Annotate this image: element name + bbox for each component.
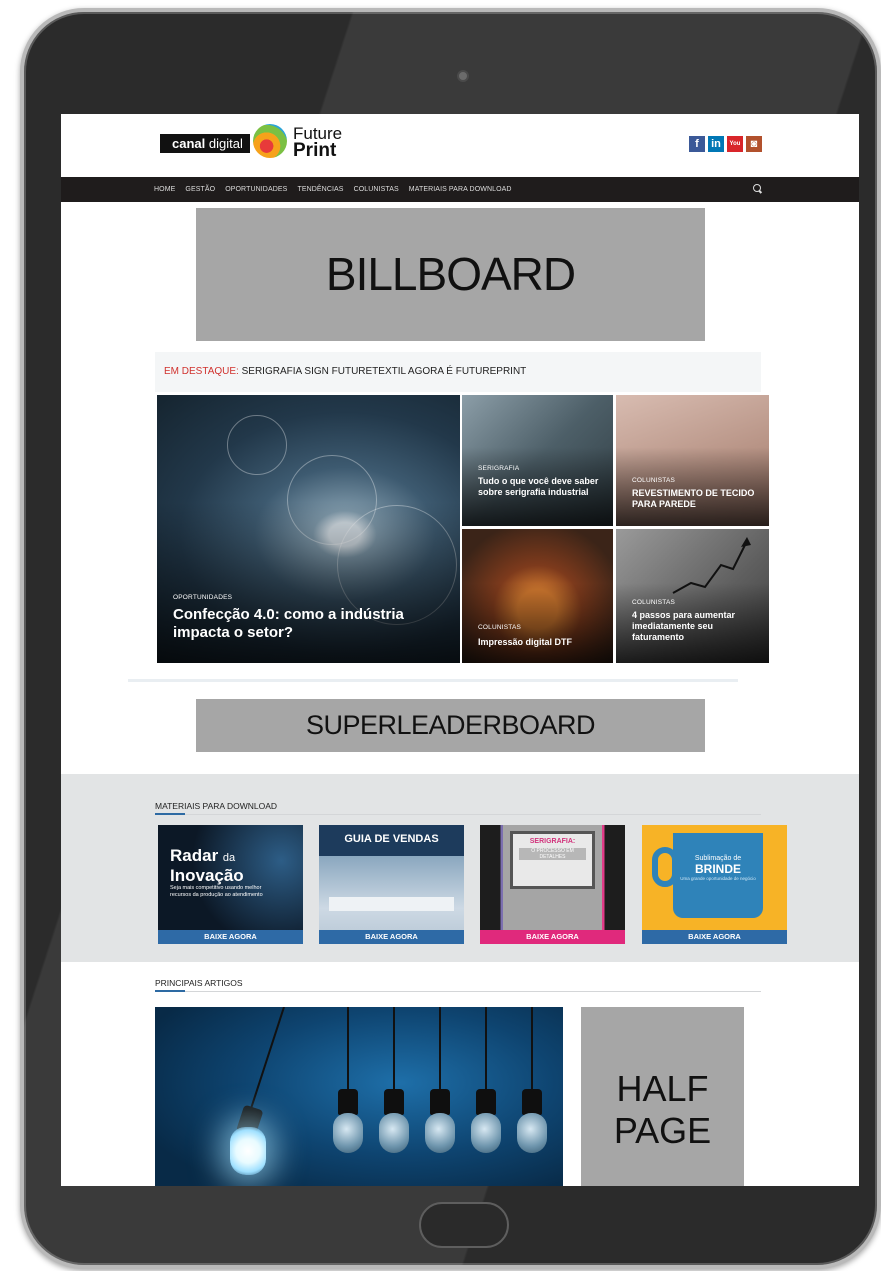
logo-print-text: Print — [293, 140, 337, 161]
lamp-socket — [522, 1089, 542, 1115]
section-divider — [128, 679, 738, 682]
download-card-sublimacao[interactable]: Sublimação de BRINDE Uma grande oportuni… — [642, 825, 787, 944]
article-title[interactable]: REVESTIMENTO DE TECIDO PARA PAREDE — [632, 488, 764, 510]
article-category: OPORTUNIDADES — [173, 594, 233, 601]
instagram-icon[interactable]: ◙ — [746, 136, 762, 152]
section-accent — [155, 813, 185, 815]
lamp-socket — [384, 1089, 404, 1115]
featured-article[interactable]: COLUNISTAS REVESTIMENTO DE TECIDO PARA P… — [616, 395, 769, 526]
section-accent — [155, 990, 185, 992]
social-links: f in You Tube ◙ — [689, 136, 762, 163]
nav-item-gestao[interactable]: GESTÃO — [185, 177, 215, 202]
card-headline: GUIA DE VENDAS — [344, 833, 439, 845]
lamp-cord — [249, 1007, 285, 1112]
download-button[interactable]: BAIXE AGORA — [480, 930, 625, 944]
lamp-cord — [439, 1007, 441, 1091]
article-title[interactable]: 4 passos para aumentar imediatamente seu… — [632, 610, 766, 643]
article-category: COLUNISTAS — [478, 624, 522, 631]
image-shade — [462, 582, 613, 663]
linkedin-icon[interactable]: in — [708, 136, 724, 152]
lamp-cord — [393, 1007, 395, 1091]
card-headline: Radar da Inovação — [170, 846, 244, 885]
featured-article[interactable]: COLUNISTAS Impressão digital DTF — [462, 529, 613, 663]
bulb-icon — [425, 1113, 455, 1153]
logo-brand-suffix: digital — [208, 136, 243, 151]
section-rule — [155, 991, 761, 992]
article-title[interactable]: Confecção 4.0: como a indústria impacta … — [173, 606, 453, 642]
nav-item-tendencias[interactable]: TENDÊNCIAS — [297, 177, 343, 202]
billboard-ad[interactable]: BILLBOARD — [196, 208, 705, 341]
download-button[interactable]: BAIXE AGORA — [642, 930, 787, 944]
future-print-logo-icon — [253, 124, 287, 158]
download-button[interactable]: BAIXE AGORA — [319, 930, 464, 944]
main-nav: HOME GESTÃO OPORTUNIDADES TENDÊNCIAS COL… — [61, 177, 859, 202]
lamp-cord — [347, 1007, 349, 1091]
download-button[interactable]: BAIXE AGORA — [158, 930, 303, 944]
highlight-label: EM DESTAQUE: — [164, 366, 239, 377]
article-category: COLUNISTAS — [632, 599, 676, 606]
half-page-line2: PAGE — [613, 1110, 712, 1151]
facebook-icon[interactable]: f — [689, 136, 705, 152]
nav-item-materiais[interactable]: MATERIAIS PARA DOWNLOAD — [409, 177, 512, 202]
nav-item-home[interactable]: HOME — [154, 177, 175, 202]
highlight-bar[interactable]: EM DESTAQUE: SERIGRAFIA SIGN FUTURETEXTI… — [155, 352, 761, 392]
superleaderboard-ad[interactable]: SUPERLEADERBOARD — [196, 699, 705, 752]
article-category: COLUNISTAS — [632, 477, 676, 484]
lamp-socket — [476, 1089, 496, 1115]
article-category: SERIGRAFIA — [478, 465, 520, 472]
logo-brand: canal — [172, 136, 206, 151]
featured-article[interactable]: COLUNISTAS 4 passos para aumentar imedia… — [616, 529, 769, 663]
camera-icon — [457, 70, 469, 82]
laptop-desk-image — [329, 897, 454, 911]
canal-digital-logo[interactable]: canal digital — [160, 134, 250, 153]
featured-article-main[interactable]: OPORTUNIDADES Confecção 4.0: como a indú… — [157, 395, 460, 663]
article-title[interactable]: Impressão digital DTF — [478, 637, 608, 648]
card-subtitle: Seja mais competitivo usando melhor recu… — [170, 885, 263, 898]
article-image-lightbulbs[interactable] — [155, 1007, 563, 1186]
bulb-icon — [517, 1113, 547, 1153]
home-button[interactable] — [419, 1202, 509, 1248]
download-card-guia-vendas[interactable]: GUIA DE VENDAS BAIXE AGORA — [319, 825, 464, 944]
lamp-cord — [531, 1007, 533, 1091]
downloads-section-title: MATERIAIS PARA DOWNLOAD — [155, 801, 278, 811]
highlight-text: SERIGRAFIA SIGN FUTURETEXTIL AGORA É FUT… — [241, 366, 527, 377]
card-headline: SERIGRAFIA: — [529, 838, 576, 845]
half-page-ad[interactable]: HALF PAGE — [581, 1007, 744, 1186]
card-headline: Sublimação de BRINDE Uma grande oportuni… — [680, 855, 756, 881]
bulb-icon — [471, 1113, 501, 1153]
youtube-icon[interactable]: You Tube — [727, 136, 743, 163]
browser-viewport: canal digital Future Print f in You Tube… — [61, 114, 859, 1186]
lamp-socket — [338, 1089, 358, 1115]
network-icon — [227, 415, 287, 475]
half-page-line1: HALF — [616, 1068, 709, 1109]
bulb-icon — [333, 1113, 363, 1153]
nav-item-oportunidades[interactable]: OPORTUNIDADES — [225, 177, 287, 202]
article-title[interactable]: Tudo o que você deve saber sobre serigra… — [478, 476, 608, 498]
section-rule — [155, 814, 761, 815]
download-card-radar[interactable]: Radar da Inovação Seja mais competitivo … — [158, 825, 303, 944]
bulb-icon — [379, 1113, 409, 1153]
articles-section-title: PRINCIPAIS ARTIGOS — [155, 978, 243, 988]
card-subtitle: O PROCESSO EM DETALHES — [519, 848, 586, 860]
image-shade — [616, 447, 769, 526]
search-icon[interactable] — [753, 184, 761, 192]
card-board: SERIGRAFIA: O PROCESSO EM DETALHES — [510, 831, 595, 889]
download-card-serigrafia[interactable]: SERIGRAFIA: O PROCESSO EM DETALHES BAIXE… — [480, 825, 625, 944]
site-header: canal digital Future Print f in You Tube… — [61, 114, 859, 177]
lit-bulb-icon — [230, 1127, 266, 1175]
featured-article[interactable]: SERIGRAFIA Tudo o que você deve saber so… — [462, 395, 613, 526]
nav-item-colunistas[interactable]: COLUNISTAS — [354, 177, 399, 202]
lamp-cord — [485, 1007, 487, 1091]
lamp-socket — [430, 1089, 450, 1115]
